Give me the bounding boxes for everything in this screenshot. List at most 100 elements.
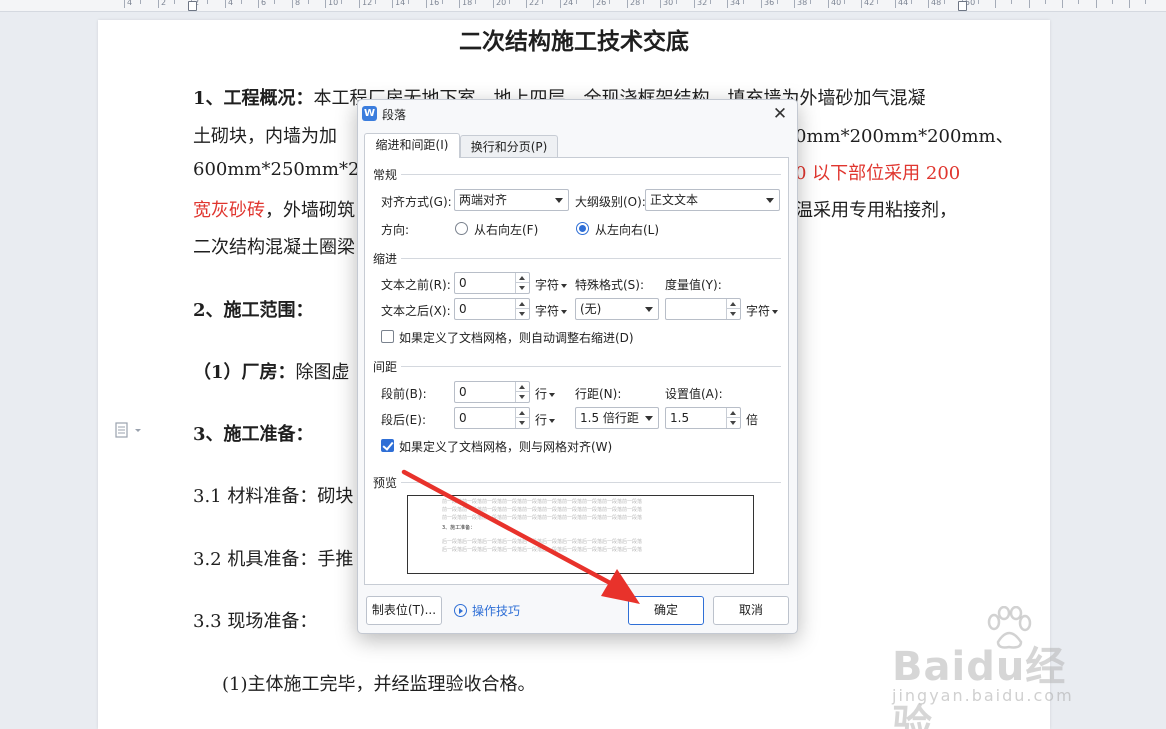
horizontal-ruler[interactable]: 4224681012141618202224262830323436384042… [0, 0, 1166, 12]
ruler-tick [258, 0, 259, 8]
tabs-button[interactable]: 制表位(T)... [366, 596, 442, 625]
ltr-radio[interactable] [576, 222, 589, 235]
dialog-titlebar[interactable]: W 段落 ✕ [358, 100, 797, 128]
chevron-down-icon [549, 418, 556, 423]
document-title: 二次结构施工技术交底 [459, 28, 689, 55]
line-spacing-value: 1.5 倍行距 [580, 411, 639, 425]
space-after-unit-text: 行 [535, 413, 548, 427]
spin-down-icon[interactable] [516, 418, 529, 428]
spacing-heading: 间距 [373, 360, 398, 374]
auto-right-indent-checkbox[interactable] [381, 330, 394, 343]
indent-before-unit-text: 字符 [535, 278, 560, 292]
ruler-minor-tick [375, 0, 376, 4]
ruler-tick [895, 0, 896, 8]
chevron-down-icon [645, 416, 653, 421]
indent-after-value: 0 [459, 302, 467, 316]
rtl-label[interactable]: 从右向左(F) [474, 221, 538, 238]
indent-after-unit-text: 字符 [535, 304, 560, 318]
ruler-number: 12 [362, 0, 373, 7]
ruler-minor-tick [609, 0, 610, 4]
spin-down-icon[interactable] [727, 418, 740, 428]
indent-before-input[interactable]: 0 [454, 272, 530, 294]
ruler-tick [995, 0, 996, 8]
ruler-tick [1096, 0, 1097, 8]
cancel-button[interactable]: 取消 [713, 596, 789, 625]
item-factory-label: （1）厂房： [193, 362, 296, 383]
spin-down-icon[interactable] [727, 309, 740, 319]
ruler-tick [292, 0, 293, 8]
setting-value-input[interactable]: 1.5 [665, 407, 741, 429]
ruler-number: 14 [395, 0, 406, 7]
spin-up-icon[interactable] [727, 299, 740, 309]
paragraph-line-4-right: 温采用专用粘接剂， [795, 200, 957, 221]
right-indent-marker[interactable] [958, 1, 967, 11]
measure-input[interactable] [665, 298, 741, 320]
section-3-2: 3.2 机具准备：手推 [193, 549, 354, 570]
spin-down-icon[interactable] [516, 283, 529, 293]
spin-down-icon[interactable] [516, 309, 529, 319]
line-spacing-select[interactable]: 1.5 倍行距 [575, 407, 659, 429]
left-indent-marker[interactable] [188, 1, 197, 11]
spin-up-icon[interactable] [516, 382, 529, 392]
ruler-minor-tick [408, 0, 409, 4]
space-before-input[interactable]: 0 [454, 381, 530, 403]
ruler-tick [526, 0, 527, 8]
indent-before-unit[interactable]: 字符 [535, 276, 568, 293]
space-before-unit[interactable]: 行 [535, 385, 556, 402]
ltr-label[interactable]: 从左向右(L) [595, 221, 659, 238]
ruler-minor-tick [810, 0, 811, 4]
paragraph-preview: 前一段落前一段落前一段落前一段落前一段落前一段落前一段落前一段落前一段落前一段落… [407, 495, 754, 574]
ruler-number: 36 [764, 0, 775, 7]
ruler-number: 2 [161, 0, 167, 7]
snap-to-grid-checkbox[interactable] [381, 439, 394, 452]
tab-indent-spacing[interactable]: 缩进和间距(I) [364, 133, 460, 158]
ruler-minor-tick [676, 0, 677, 4]
space-before-value: 0 [459, 385, 467, 399]
ruler-number: 38 [797, 0, 808, 7]
measure-unit[interactable]: 字符 [746, 302, 779, 319]
paragraph-layout-icon[interactable] [114, 422, 144, 438]
alignment-select[interactable]: 两端对齐 [454, 189, 569, 211]
ruler-tick [761, 0, 762, 8]
ruler-minor-tick [1112, 0, 1113, 4]
spin-up-icon[interactable] [516, 273, 529, 283]
tab-line-page-breaks[interactable]: 换行和分页(P) [460, 135, 558, 159]
indent-after-unit[interactable]: 字符 [535, 302, 568, 319]
direction-label: 方向: [381, 223, 410, 237]
ruler-tick [828, 0, 829, 8]
paragraph-line-4-left: 宽灰砂砖，外墙砌筑 [193, 196, 355, 222]
item-factory: （1）厂房：除图虚 [193, 358, 350, 384]
item-factory-text: 除图虚 [295, 362, 350, 383]
space-after-label: 段后(E): [381, 413, 426, 427]
tips-label: 操作技巧 [472, 604, 521, 618]
ruler-number: 42 [864, 0, 875, 7]
tips-link[interactable]: 操作技巧 [454, 602, 520, 619]
auto-right-indent-label[interactable]: 如果定义了文档网格，则自动调整右缩进(D) [399, 329, 634, 346]
section-3-3: 3.3 现场准备： [193, 611, 318, 632]
snap-to-grid-label[interactable]: 如果定义了文档网格，则与网格对齐(W) [399, 438, 612, 455]
ruler-number: 10 [328, 0, 339, 7]
space-after-unit[interactable]: 行 [535, 411, 556, 428]
space-after-input[interactable]: 0 [454, 407, 530, 429]
ruler-tick [861, 0, 862, 8]
spin-up-icon[interactable] [516, 299, 529, 309]
section-3-3-item-1: (1)主体施工完毕，并经监理验收合格。 [222, 674, 536, 695]
ruler-minor-tick [1045, 0, 1046, 4]
special-format-select[interactable]: (无) [575, 298, 659, 320]
outline-level-label: 大纲级别(O): [575, 195, 646, 209]
ruler-number: 22 [529, 0, 540, 7]
close-icon[interactable]: ✕ [769, 103, 791, 125]
space-before-unit-text: 行 [535, 387, 548, 401]
rtl-radio[interactable] [455, 222, 468, 235]
chevron-down-icon [555, 198, 563, 203]
play-circle-icon [454, 604, 467, 617]
outline-level-select[interactable]: 正文文本 [645, 189, 780, 211]
general-heading: 常规 [373, 168, 398, 182]
ok-button[interactable]: 确定 [628, 596, 704, 625]
indent-divider [401, 258, 781, 259]
ruler-number: 24 [563, 0, 574, 7]
indent-after-input[interactable]: 0 [454, 298, 530, 320]
spin-down-icon[interactable] [516, 392, 529, 402]
spin-up-icon[interactable] [727, 408, 740, 418]
spin-up-icon[interactable] [516, 408, 529, 418]
